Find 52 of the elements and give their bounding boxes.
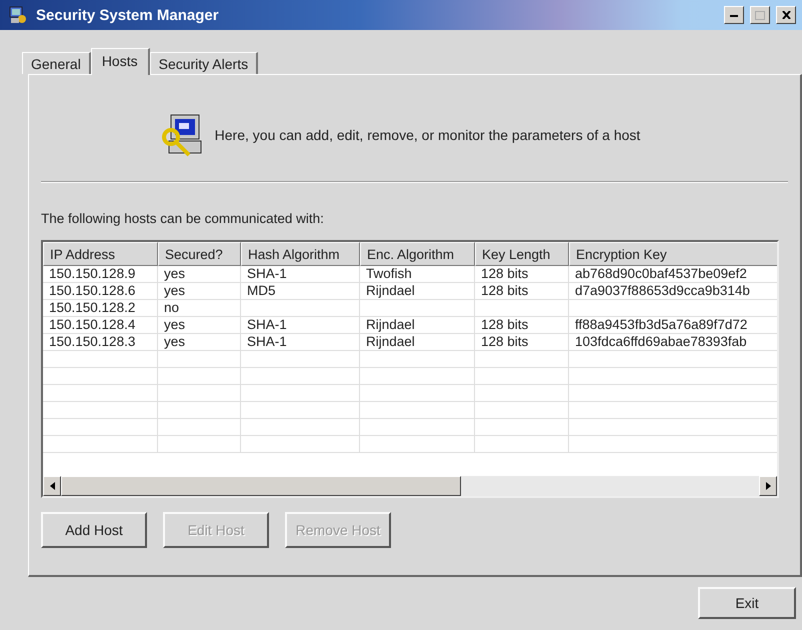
description-text: Here, you can add, edit, remove, or monitor the parameters of a host <box>214 127 640 143</box>
scroll-thumb[interactable] <box>61 476 461 496</box>
minimize-button[interactable] <box>724 6 744 24</box>
table-cell-text: ff88a9453fb3d5a76a89f7d72 <box>574 317 748 334</box>
table-label: The following hosts can be communicated with: <box>41 211 324 226</box>
maximize-button[interactable] <box>750 6 770 24</box>
table-cell-text: MD5 <box>246 283 277 300</box>
table-cell-text: no <box>163 300 180 317</box>
table-cell-text: 128 bits <box>480 317 530 334</box>
tab[interactable]: Hosts <box>90 48 150 75</box>
column-header[interactable]: Key Length <box>475 242 569 266</box>
table-cell-text: 128 bits <box>480 283 530 300</box>
column-header[interactable]: Enc. Algorithm <box>360 242 475 266</box>
column-header[interactable]: Secured? <box>158 242 241 266</box>
tab[interactable]: Security Alerts <box>150 52 258 74</box>
table-cell-text: 128 bits <box>480 334 530 351</box>
table-cell-text: yes <box>163 266 186 283</box>
scroll-right-button[interactable] <box>759 476 777 496</box>
table-cell-text: Rijndael <box>365 317 416 334</box>
table-cell-text: 150.150.128.4 <box>48 317 136 334</box>
column-header[interactable]: Hash Algorithm <box>241 242 360 266</box>
table-cell-text: 150.150.128.9 <box>48 266 136 283</box>
table-cell-text: 150.150.128.3 <box>48 334 136 351</box>
left-arrow-icon <box>50 482 54 490</box>
table-cell-text: SHA-1 <box>246 266 288 283</box>
close-button[interactable] <box>776 6 796 24</box>
table-cell-text: Rijndael <box>365 334 416 351</box>
column-header[interactable]: Encryption Key <box>569 242 777 266</box>
column-header[interactable]: IP Address <box>43 242 158 266</box>
table-cell-text: 150.150.128.6 <box>48 283 136 300</box>
table-cell-text: SHA-1 <box>246 317 288 334</box>
horizontal-scrollbar[interactable] <box>43 476 777 496</box>
table-cell-text: Rijndael <box>365 283 416 300</box>
table-cell-text: yes <box>163 334 186 351</box>
close-icon <box>782 11 790 19</box>
table-cell-text: 128 bits <box>480 266 530 283</box>
host-button[interactable]: Add Host <box>41 512 147 548</box>
window-title: Security System Manager <box>36 6 220 24</box>
exit-button[interactable]: Exit <box>698 587 796 619</box>
table-cell-text: Twofish <box>365 266 413 283</box>
scroll-left-button[interactable] <box>43 476 61 496</box>
table-cell-text: 103fdca6ffd69abae78393fab <box>574 334 748 351</box>
table-cell-text: yes <box>163 317 186 334</box>
maximize-icon <box>755 10 765 20</box>
table-cell-text: d7a9037f88653d9cca9b314b <box>574 283 751 300</box>
tab[interactable]: General <box>22 52 91 74</box>
minimize-icon <box>730 14 738 16</box>
table-cell-text: 150.150.128.2 <box>48 300 136 317</box>
table-cell-text: SHA-1 <box>246 334 288 351</box>
right-arrow-icon <box>766 482 770 490</box>
table-cell-text: yes <box>163 283 186 300</box>
table-cell-text: ab768d90c0baf4537be09ef2 <box>574 266 748 283</box>
